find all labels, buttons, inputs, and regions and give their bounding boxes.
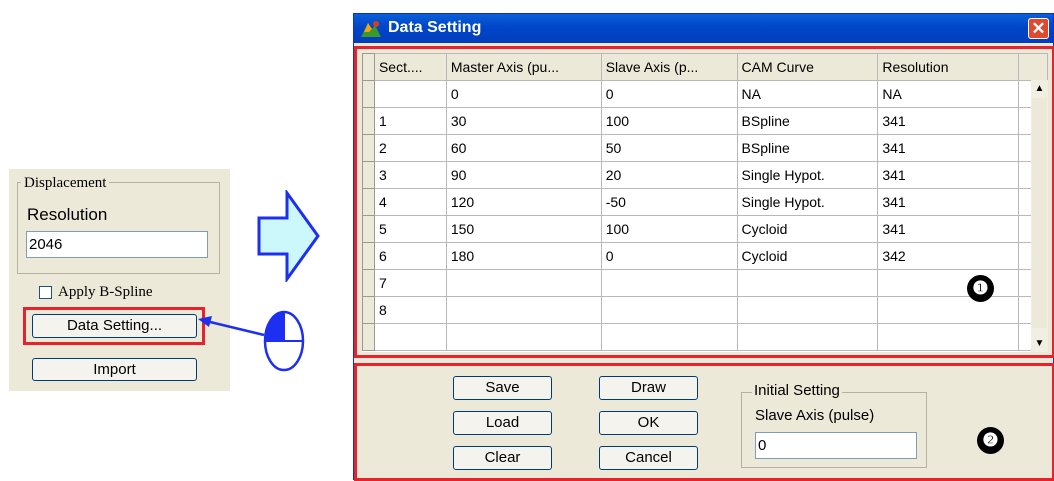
apply-bspline-label: Apply B-Spline <box>58 284 153 300</box>
clear-button[interactable]: Clear <box>453 446 552 470</box>
displacement-groupbox <box>17 182 220 274</box>
right-arrow-icon <box>257 190 320 282</box>
close-icon: ✕ <box>1031 19 1046 38</box>
displacement-group-title: Displacement <box>21 175 110 192</box>
pointer-arrow-icon <box>198 316 265 337</box>
draw-button[interactable]: Draw <box>599 376 698 400</box>
callout-badge-1: ❶ <box>967 275 994 302</box>
import-button[interactable]: Import <box>32 358 197 381</box>
grid-highlight <box>354 46 1054 358</box>
data-setting-highlight <box>23 307 205 345</box>
load-button[interactable]: Load <box>453 411 552 435</box>
mouse-icon <box>263 310 305 372</box>
data-setting-dialog: Data Setting ✕ Sect.... Master Axis (pu.… <box>353 13 1054 481</box>
dialog-titlebar: Data Setting ✕ <box>354 14 1053 43</box>
save-button[interactable]: Save <box>453 376 552 400</box>
resolution-input[interactable] <box>26 231 208 258</box>
apply-bspline-checkbox[interactable] <box>39 286 52 299</box>
displacement-panel: Displacement Resolution Apply B-Spline D… <box>9 169 230 391</box>
close-button[interactable]: ✕ <box>1028 18 1049 39</box>
slave-axis-input[interactable] <box>755 432 917 459</box>
cancel-button[interactable]: Cancel <box>599 446 698 470</box>
resolution-label: Resolution <box>27 205 108 224</box>
ok-button[interactable]: OK <box>599 411 698 435</box>
app-icon <box>361 21 381 37</box>
initial-setting-title: Initial Setting <box>752 382 842 399</box>
dialog-title: Data Setting <box>388 19 482 36</box>
apply-bspline-option[interactable]: Apply B-Spline <box>39 284 153 301</box>
slave-axis-label: Slave Axis (pulse) <box>755 407 875 424</box>
callout-badge-2: ❷ <box>977 427 1004 454</box>
